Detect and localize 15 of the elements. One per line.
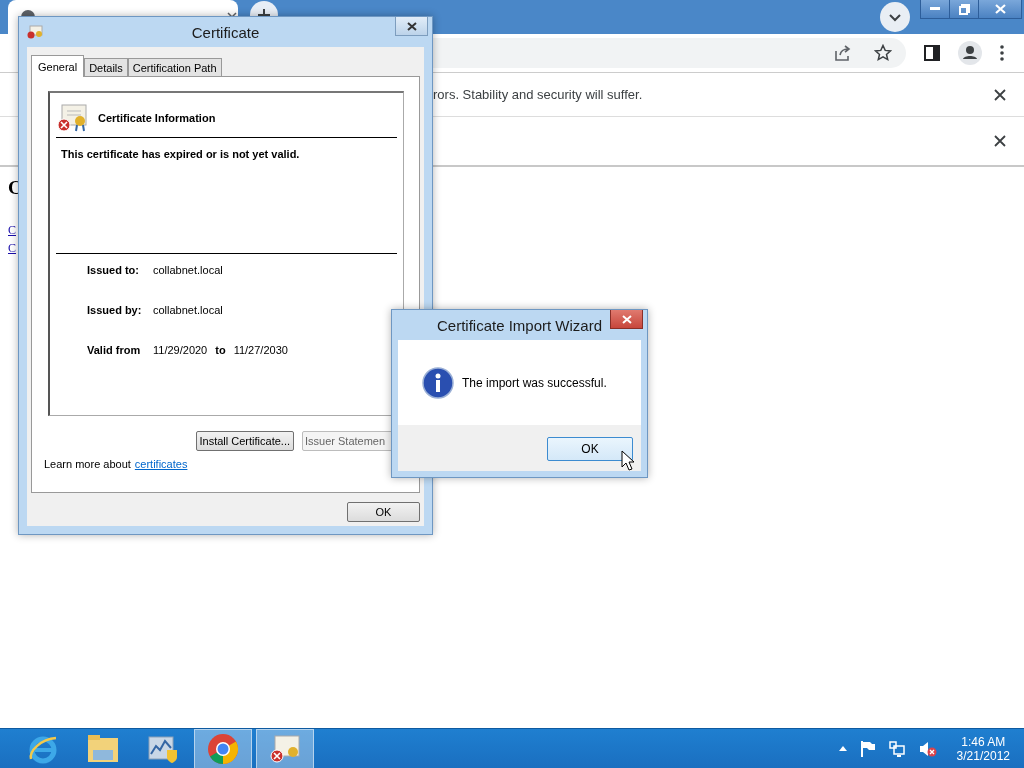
field-value: collabnet.local — [153, 264, 223, 276]
field-label: Issued by: — [87, 304, 143, 316]
infobar-message: rors. Stability and security will suffer. — [433, 87, 643, 102]
field-label: Valid from — [87, 344, 142, 356]
certificate-status: This certificate has expired or is not yet valid. — [56, 138, 397, 254]
field-value: collabnet.local — [153, 304, 223, 316]
field-label: to — [215, 344, 226, 356]
dialog-title: Certificate Import Wizard — [436, 316, 602, 334]
info-heading: Certificate Information — [98, 112, 216, 124]
wizard-message: The import was successful. — [462, 375, 607, 390]
learn-more-text: Learn more about — [44, 458, 131, 470]
dialog-title: Certificate — [191, 23, 260, 41]
field-value: 11/29/2020 — [153, 344, 208, 356]
field-value: 11/27/2030 — [233, 344, 288, 356]
field-label: Issued to: — [87, 264, 140, 276]
